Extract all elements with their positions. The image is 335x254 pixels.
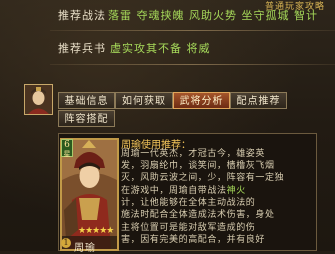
tab-how-to-get[interactable]: 如何获取 xyxy=(115,92,173,109)
recommend-troops-row: 推荐兵书 虚实攻其不备 将威 xyxy=(0,39,335,59)
analysis-line-4-text: 在游戏中，周瑜自带战法神火 xyxy=(121,186,246,196)
hero-card-name: 周瑜 xyxy=(74,243,96,254)
recommend-tactics-value: 落雷 夺魂挟魄 风助火势 坐守孤城 智计 xyxy=(108,9,318,22)
recommend-tactics-label: 推荐战法 xyxy=(58,9,106,22)
analysis-line: 害，因有完美的高配合，并有良好 xyxy=(121,235,266,245)
hero-portrait-icon xyxy=(25,85,52,114)
hero-level-badge: 6 星 xyxy=(61,139,73,158)
tab-basic-info[interactable]: 基础信息 xyxy=(58,92,115,109)
recommend-troops-label: 推荐兵书 xyxy=(58,42,106,55)
tab-stat-recommend[interactable]: 配点推荐 xyxy=(230,92,287,109)
analysis-line: 周瑜一代英杰，才冠古今，雄姿英 xyxy=(121,149,266,159)
hero-level-unit: 星 xyxy=(63,150,71,158)
analysis-line: 主将位置可是能对敌军造成的伤 xyxy=(121,223,256,233)
recommend-troops-value: 虚实攻其不备 将威 xyxy=(110,42,211,55)
tab-hero-analysis[interactable]: 武将分析 xyxy=(173,92,230,109)
analysis-line: 发，羽扇纶巾，谈笑间，樯橹灰飞烟 xyxy=(121,161,275,171)
cost-icon: 1 xyxy=(61,238,71,248)
analysis-line: 施法时配合全体造成法术伤害，身处 xyxy=(121,210,275,220)
recommend-tactics-row: 推荐战法 落雷 夺魂挟魄 风助火势 坐守孤城 智计 xyxy=(0,6,335,26)
analysis-line: 在游戏中，周瑜自带战法神火 xyxy=(121,185,309,197)
tab-lineup[interactable]: 阵容搭配 xyxy=(58,110,115,127)
analysis-line: 计，让他能够在全体主动战法的 xyxy=(121,198,256,208)
divider xyxy=(50,30,335,31)
analysis-line: 灭，风助云波之间，少，阵容有一定独 xyxy=(121,173,285,183)
divider xyxy=(50,64,335,65)
hero-avatar[interactable] xyxy=(24,84,53,115)
hero-stars: ★★★★★ xyxy=(78,226,114,236)
skill-highlight: 神火 xyxy=(226,186,246,196)
